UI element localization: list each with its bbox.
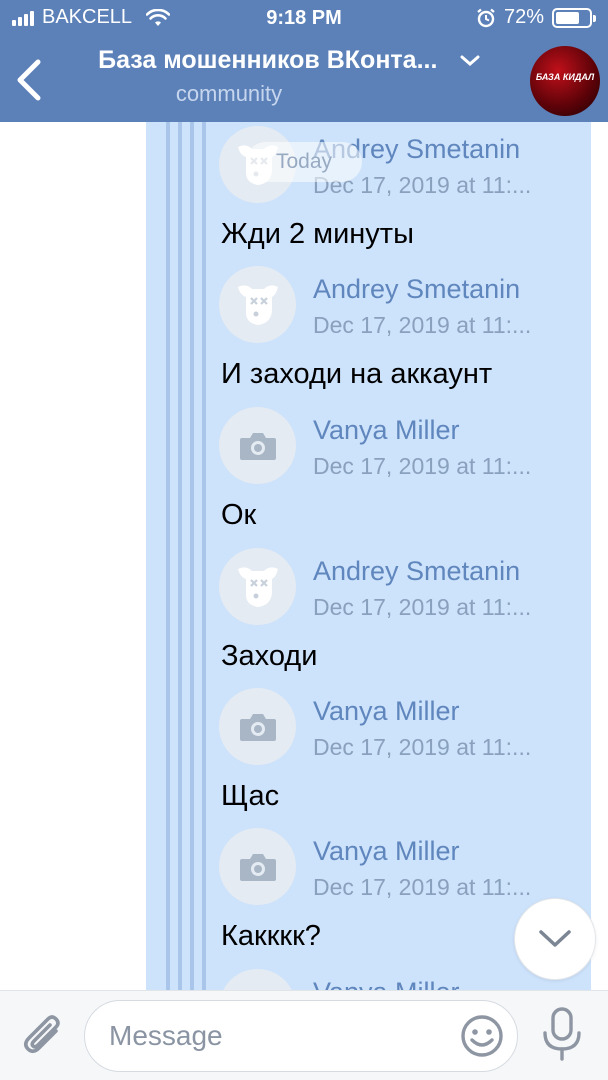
chat-screen: BAKCELL 9:18 PM 72% База мошенников ВКон… <box>0 0 608 1080</box>
voice-message-button[interactable] <box>540 1005 584 1065</box>
community-avatar[interactable]: БАЗА КИДАЛ <box>530 46 600 116</box>
alarm-icon <box>477 8 495 27</box>
message-date: Dec 17, 2019 at 11:... <box>313 874 532 900</box>
attach-button[interactable] <box>20 1011 68 1061</box>
message-date: Dec 17, 2019 at 11:... <box>313 734 532 760</box>
author-avatar[interactable] <box>219 266 296 343</box>
smiley-icon <box>461 1015 503 1057</box>
conversation-title[interactable]: База мошенников ВКонта... <box>98 46 437 75</box>
author-avatar[interactable] <box>219 688 296 765</box>
author-avatar[interactable] <box>219 828 296 905</box>
author-name[interactable]: Vanya Miller <box>313 977 460 990</box>
camera-icon <box>239 713 276 741</box>
scroll-to-bottom-button[interactable] <box>514 898 596 980</box>
forward-line <box>166 122 170 990</box>
author-name[interactable]: Vanya Miller <box>313 696 460 727</box>
microphone-icon <box>543 1007 581 1061</box>
deactivated-dog-icon <box>237 566 278 607</box>
battery-percent: 72% <box>503 6 544 28</box>
author-name[interactable]: Vanya Miller <box>313 415 460 446</box>
author-avatar[interactable] <box>219 548 296 625</box>
message-input[interactable] <box>84 1000 518 1072</box>
message-text: Ок <box>221 499 257 531</box>
conversation-subtitle: community <box>175 81 283 106</box>
header: BAKCELL 9:18 PM 72% База мошенников ВКон… <box>0 0 608 122</box>
message-date: Dec 17, 2019 at 11:... <box>313 312 532 338</box>
author-name[interactable]: Andrey Smetanin <box>313 556 520 587</box>
avatar-logo-text: БАЗА КИДАЛ <box>535 72 595 82</box>
paperclip-icon <box>23 1015 60 1054</box>
chevron-down-icon <box>539 930 571 947</box>
battery-fill <box>556 11 579 24</box>
forward-line <box>178 122 182 990</box>
message-date: Dec 17, 2019 at 11:... <box>313 453 532 479</box>
battery-icon <box>552 7 596 28</box>
message-text: Какккк? <box>221 920 321 952</box>
forward-line <box>190 122 194 990</box>
message-date: Dec 17, 2019 at 11:... <box>313 594 532 620</box>
message-text: Заходи <box>221 640 318 672</box>
author-name[interactable]: Vanya Miller <box>313 836 460 867</box>
message-text: И заходи на аккаунт <box>221 358 493 390</box>
date-divider-pill: Today <box>246 142 362 182</box>
emoji-button[interactable] <box>460 1014 504 1058</box>
message-text: Жди 2 минуты <box>221 218 414 250</box>
forward-line <box>202 122 206 990</box>
author-avatar[interactable] <box>219 407 296 484</box>
camera-icon <box>239 853 276 881</box>
camera-icon <box>239 432 276 460</box>
status-bar: BAKCELL 9:18 PM 72% <box>0 0 608 38</box>
message-list[interactable]: Andrey Smetanin Dec 17, 2019 at 11:... Ж… <box>0 122 608 990</box>
status-right: 72% <box>476 6 596 29</box>
message-text: Щас <box>221 780 280 812</box>
conversation-title-area[interactable]: База мошенников ВКонта... community <box>64 46 514 107</box>
message-composer <box>0 990 608 1080</box>
author-name[interactable]: Andrey Smetanin <box>313 274 520 305</box>
deactivated-dog-icon <box>237 284 278 325</box>
chevron-down-icon[interactable] <box>460 55 480 67</box>
